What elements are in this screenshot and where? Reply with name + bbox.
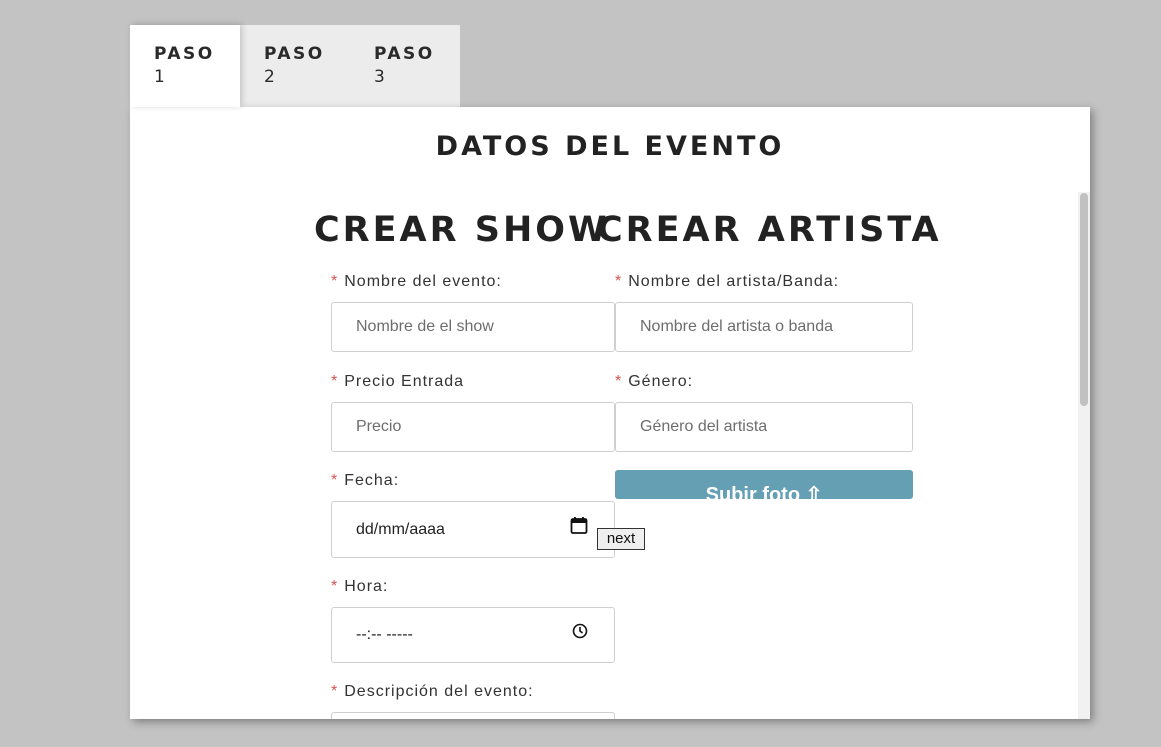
tab-number: 1: [154, 67, 165, 87]
scrollbar-thumb[interactable]: [1080, 193, 1088, 406]
event-name-placeholder: Nombre de el show: [356, 318, 494, 335]
required-mark: *: [331, 373, 339, 390]
required-mark: *: [615, 373, 623, 390]
event-name-label-text: Nombre del evento:: [344, 273, 502, 290]
required-mark: *: [331, 273, 339, 290]
create-artist-heading: CREAR ARTISTA: [597, 210, 942, 250]
description-input[interactable]: [331, 712, 615, 719]
calendar-icon[interactable]: [570, 502, 588, 557]
required-mark: *: [331, 472, 339, 489]
description-label-text: Descripción del evento:: [344, 683, 534, 700]
tab-label: PASO: [154, 44, 215, 64]
event-data-panel: DATOS DEL EVENTO CREAR SHOW CREAR ARTIST…: [130, 107, 1090, 719]
ticket-price-label-text: Precio Entrada: [344, 373, 465, 390]
tab-number: 2: [264, 67, 275, 87]
date-label: * Fecha:: [331, 472, 399, 490]
time-value: --:-- -----: [356, 626, 413, 643]
tab-paso-3[interactable]: PASO 3: [350, 25, 460, 107]
event-name-label: * Nombre del evento:: [331, 273, 502, 291]
clock-icon[interactable]: [572, 608, 588, 662]
time-input[interactable]: --:-- -----: [331, 607, 615, 663]
upload-photo-label: Subir foto ⇧: [705, 484, 823, 499]
ticket-price-label: * Precio Entrada: [331, 373, 464, 391]
tab-label: PASO: [264, 44, 325, 64]
required-mark: *: [331, 578, 339, 595]
time-label-text: Hora:: [344, 578, 389, 595]
panel-title: DATOS DEL EVENTO: [435, 131, 785, 162]
description-label: * Descripción del evento:: [331, 683, 534, 701]
ticket-price-placeholder: Precio: [356, 418, 402, 435]
required-mark: *: [615, 273, 623, 290]
create-show-heading: CREAR SHOW: [314, 210, 610, 250]
tab-paso-2[interactable]: PASO 2: [240, 25, 350, 107]
step-tabs: PASO 1 PASO 2 PASO 3: [130, 25, 460, 107]
time-label: * Hora:: [331, 578, 388, 596]
next-button[interactable]: next: [597, 528, 645, 550]
artist-name-input[interactable]: Nombre del artista o banda: [615, 302, 913, 352]
tab-label: PASO: [374, 44, 435, 64]
ticket-price-input[interactable]: Precio: [331, 402, 615, 452]
tab-paso-1[interactable]: PASO 1: [130, 25, 240, 107]
required-mark: *: [331, 683, 339, 700]
genre-label-text: Género:: [628, 373, 694, 390]
tab-number: 3: [374, 67, 385, 87]
date-value: dd/mm/aaaa: [356, 521, 445, 538]
upload-photo-button[interactable]: Subir foto ⇧: [615, 470, 913, 499]
artist-name-placeholder: Nombre del artista o banda: [640, 318, 833, 335]
date-input[interactable]: dd/mm/aaaa: [331, 501, 615, 558]
genre-placeholder: Género del artista: [640, 418, 768, 435]
artist-name-label: * Nombre del artista/Banda:: [615, 273, 839, 291]
event-name-input[interactable]: Nombre de el show: [331, 302, 615, 352]
artist-name-label-text: Nombre del artista/Banda:: [628, 273, 840, 290]
genre-input[interactable]: Género del artista: [615, 402, 913, 452]
genre-label: * Género:: [615, 373, 693, 391]
date-label-text: Fecha:: [344, 472, 400, 489]
